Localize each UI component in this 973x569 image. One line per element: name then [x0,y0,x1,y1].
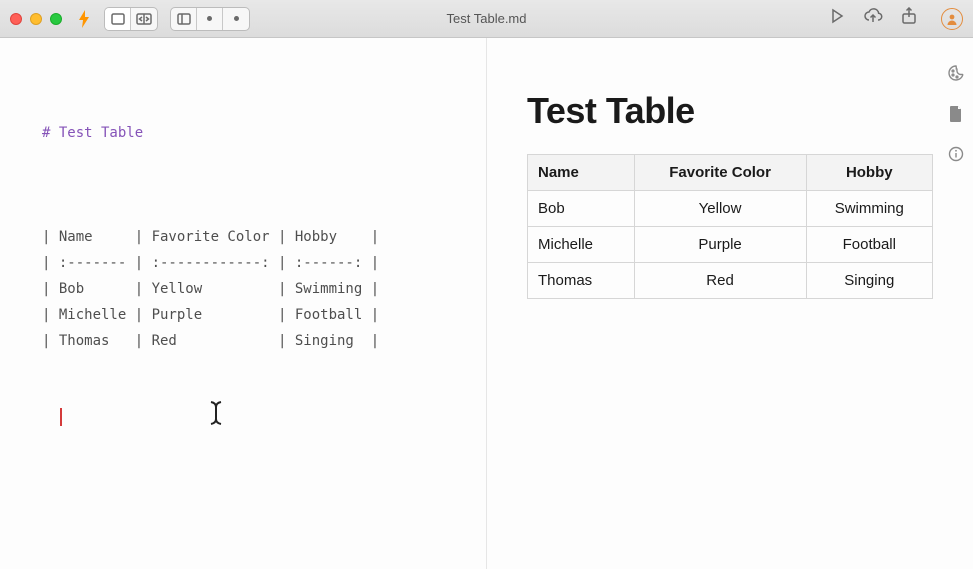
table-cell: Bob [528,191,635,227]
lightning-icon[interactable] [76,8,92,30]
pane-layout-a[interactable] [171,8,197,30]
editor-heading-line: # Test Table [42,125,143,141]
text-cursor [60,408,62,426]
table-cell: Red [634,263,806,299]
editor-line: | Thomas | Red | Singing | [42,333,379,349]
editor-line: | Name | Favorite Color | Hobby | [42,229,379,245]
editor-line: | Michelle | Purple | Football | [42,307,379,323]
cloud-upload-button[interactable] [863,8,883,29]
table-cell: Michelle [528,227,635,263]
pane-layout-c[interactable] [223,8,249,30]
window-controls [10,13,62,25]
toolbar-right [829,7,963,30]
table-row: Bob Yellow Swimming [528,191,933,227]
view-mode-segmented-1 [104,7,158,31]
pdf-export-icon[interactable] [948,105,964,128]
table-cell: Thomas [528,263,635,299]
preview-title: Test Table [527,90,933,132]
view-mode-split[interactable] [131,8,157,30]
table-row: Thomas Red Singing [528,263,933,299]
share-button[interactable] [901,7,917,30]
table-header-cell: Favorite Color [634,155,806,191]
account-avatar[interactable] [941,8,963,30]
main-split: # Test Table | Name | Favorite Color | H… [0,38,973,569]
zoom-window-button[interactable] [50,13,62,25]
table-cell: Purple [634,227,806,263]
info-icon[interactable] [948,146,964,167]
table-row: Michelle Purple Football [528,227,933,263]
editor-line: | :------- | :------------: | :------: | [42,255,379,271]
table-cell: Swimming [806,191,932,227]
preview-pane: Test Table Name Favorite Color Hobby Bob… [487,38,973,569]
editor-pane[interactable]: # Test Table | Name | Favorite Color | H… [0,38,487,569]
table-cell: Singing [806,263,932,299]
pane-layout-b[interactable] [197,8,223,30]
preview-right-gutter [939,38,973,569]
view-mode-segmented-2 [170,7,250,31]
editor-line: | Bob | Yellow | Swimming | [42,281,379,297]
titlebar: Test Table.md [0,0,973,38]
table-cell: Football [806,227,932,263]
table-cell: Yellow [634,191,806,227]
ibeam-cursor-icon [155,373,226,462]
run-button[interactable] [829,8,845,29]
theme-icon[interactable] [947,64,965,87]
minimize-window-button[interactable] [30,13,42,25]
table-header-cell: Name [528,155,635,191]
preview-table: Name Favorite Color Hobby Bob Yellow Swi… [527,154,933,299]
table-header-cell: Hobby [806,155,932,191]
table-header-row: Name Favorite Color Hobby [528,155,933,191]
close-window-button[interactable] [10,13,22,25]
view-mode-single[interactable] [105,8,131,30]
